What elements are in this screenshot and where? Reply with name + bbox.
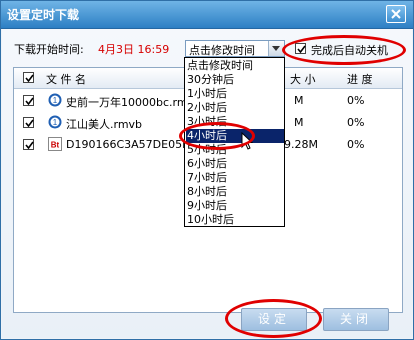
checkmark-icon <box>297 45 306 54</box>
file-progress: 0% <box>347 94 365 107</box>
column-header-name[interactable]: 文 件 名 <box>46 71 86 87</box>
file-size: M <box>294 116 304 129</box>
row-checkbox[interactable] <box>23 95 34 106</box>
start-time-value: 4月3日 16:59 <box>98 43 170 56</box>
checkmark-icon <box>25 141 34 150</box>
time-option[interactable]: 30分钟后 <box>186 73 284 87</box>
title-bar[interactable]: 设置定时下载 <box>1 1 413 29</box>
time-option[interactable]: 8小时后 <box>186 185 284 199</box>
time-select-value: 点击修改时间 <box>189 44 255 57</box>
close-icon <box>391 9 401 19</box>
row-checkbox[interactable] <box>23 117 34 128</box>
bt-file-icon: Bt <box>48 137 62 151</box>
time-option-selected[interactable]: 4小时后 <box>186 129 284 143</box>
file-progress: 0% <box>347 138 365 151</box>
row-checkbox[interactable] <box>23 139 34 150</box>
checkmark-icon <box>25 74 34 83</box>
chevron-down-icon <box>272 46 280 51</box>
file-name: D190166C3A57DE05E8E <box>66 138 203 151</box>
time-dropdown-list: 点击修改时间 30分钟后 1小时后 2小时后 3小时后 4小时后 5小时后 6小… <box>184 57 285 227</box>
time-option[interactable]: 10小时后 <box>186 213 284 227</box>
file-progress: 0% <box>347 116 365 129</box>
select-all-checkbox[interactable] <box>23 72 34 83</box>
file-size: 9.28M <box>284 138 318 151</box>
close-window-button[interactable] <box>386 5 406 23</box>
combo-dropdown-button[interactable] <box>268 41 284 56</box>
time-option[interactable]: 点击修改时间 <box>186 59 284 73</box>
mouse-cursor-icon <box>241 132 254 150</box>
file-size: M <box>294 94 304 107</box>
close-button[interactable]: 关闭 <box>323 308 389 331</box>
set-button[interactable]: 设定 <box>241 308 307 331</box>
checkmark-icon <box>25 119 34 128</box>
column-header-progress[interactable]: 进 度 <box>347 71 373 87</box>
file-name: 江山美人.rmvb <box>66 118 143 131</box>
schedule-download-dialog: 设置定时下载 下载开始时间: 4月3日 16:59 点击修改时间 完成后自动关机… <box>0 0 414 340</box>
auto-shutdown-checkbox[interactable] <box>295 43 306 54</box>
time-select-combo[interactable]: 点击修改时间 <box>185 40 285 57</box>
svg-text:1: 1 <box>53 96 58 105</box>
time-option[interactable]: 7小时后 <box>186 171 284 185</box>
rmvb-file-icon: 1 <box>48 115 62 129</box>
svg-text:1: 1 <box>53 118 58 127</box>
checkmark-icon <box>25 97 34 106</box>
auto-shutdown-label: 完成后自动关机 <box>311 44 388 57</box>
time-option[interactable]: 2小时后 <box>186 101 284 115</box>
svg-text:Bt: Bt <box>51 141 60 150</box>
column-header-size[interactable]: 大 小 <box>290 71 316 87</box>
time-option[interactable]: 3小时后 <box>186 115 284 129</box>
time-option[interactable]: 1小时后 <box>186 87 284 101</box>
rm-file-icon: 1 <box>48 93 62 107</box>
file-name: 史前一万年10000bc.rm <box>66 96 188 109</box>
time-option[interactable]: 9小时后 <box>186 199 284 213</box>
start-time-label: 下载开始时间: <box>14 43 84 56</box>
window-title: 设置定时下载 <box>7 8 80 22</box>
time-option[interactable]: 5小时后 <box>186 143 284 157</box>
time-option[interactable]: 6小时后 <box>186 157 284 171</box>
